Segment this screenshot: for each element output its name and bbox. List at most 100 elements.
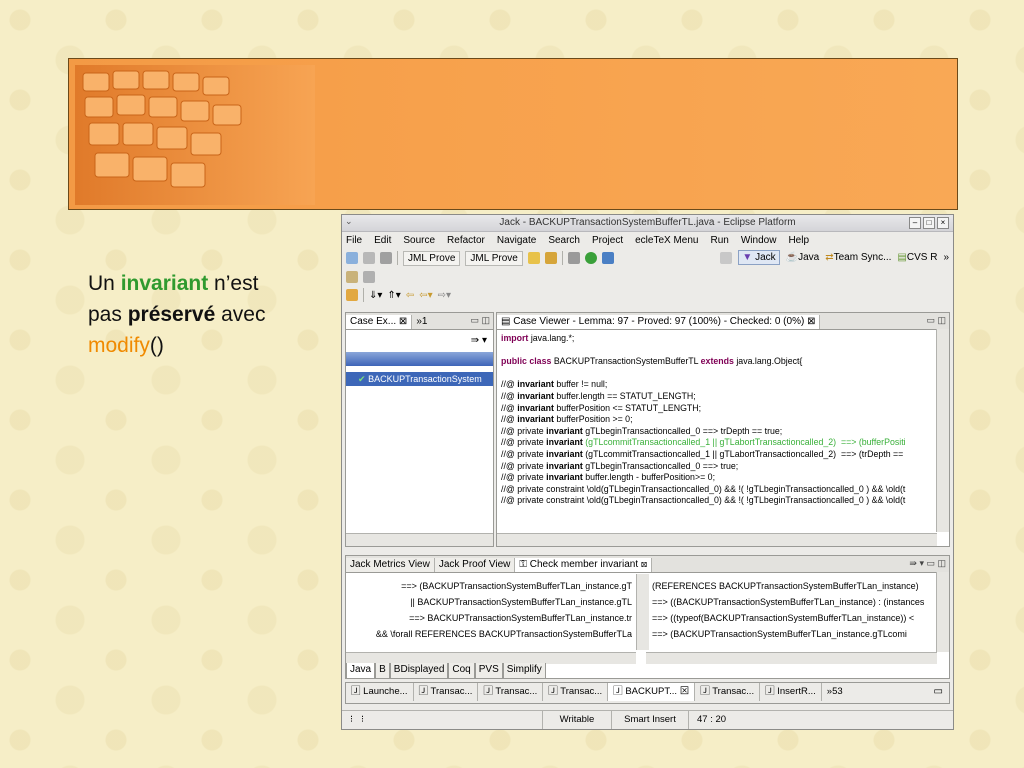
menu-window[interactable]: Window xyxy=(741,235,777,246)
tab-b[interactable]: B xyxy=(375,663,390,679)
eclipse-window: ⌄ Jack - BACKUPTransactionSystemBufferTL… xyxy=(341,214,954,730)
code-keyword: invariant xyxy=(546,460,583,471)
perspective-jack[interactable]: ▼ Jack xyxy=(738,250,780,265)
external-tools-icon[interactable] xyxy=(601,252,614,264)
jml-prove-button-2[interactable]: JML Prove xyxy=(465,250,523,266)
right-hscroll[interactable] xyxy=(646,652,937,664)
close-tab-icon[interactable]: ⊠ xyxy=(807,316,815,327)
java-file-icon: 🄹 xyxy=(483,686,493,697)
perspective-team[interactable]: ⇄Team Sync... xyxy=(825,252,891,263)
pin-icon[interactable] xyxy=(346,271,358,283)
left-vscroll[interactable] xyxy=(636,574,649,650)
maximize-icon[interactable]: ▭ xyxy=(934,683,949,703)
text-parens: () xyxy=(149,334,164,357)
menu-help[interactable]: Help xyxy=(788,235,809,246)
file-tab[interactable]: 🄹 Transac... xyxy=(543,683,609,701)
formula-line: ==> (BACKUPTransactionSystemBufferTLan_i… xyxy=(652,629,907,639)
horizontal-scrollbar[interactable] xyxy=(497,533,937,546)
tab-jack-proof[interactable]: Jack Proof View xyxy=(434,558,516,572)
vertical-scrollbar[interactable] xyxy=(936,329,949,532)
jml-prove-button[interactable]: JML Prove xyxy=(403,250,461,266)
more-views[interactable]: »1 xyxy=(412,315,431,329)
close-tab-icon[interactable]: ⊠ xyxy=(641,559,647,570)
more-files[interactable]: »53 xyxy=(821,683,848,701)
menu-search[interactable]: Search xyxy=(548,235,580,246)
compile-all-icon[interactable] xyxy=(544,252,557,264)
debug-icon[interactable] xyxy=(567,252,580,264)
menu-refactor[interactable]: Refactor xyxy=(447,235,485,246)
menu-source[interactable]: Source xyxy=(403,235,435,246)
tab-coq[interactable]: Coq xyxy=(448,663,475,679)
secondary-toolbar xyxy=(342,268,953,286)
menu-project[interactable]: Project xyxy=(592,235,623,246)
tree-item-backup[interactable]: ✔ BACKUPTransactionSystem xyxy=(346,372,493,386)
file-tab[interactable]: 🄹 Transac... xyxy=(413,683,479,701)
close-tab-icon[interactable]: ⊠ xyxy=(680,686,690,697)
prover-tabs: Java B BDisplayed Coq PVS Simplify xyxy=(346,663,546,679)
document-icon: ▤ xyxy=(501,316,511,327)
file-tab[interactable]: 🄹 Transac... xyxy=(478,683,544,701)
horizontal-scrollbar[interactable] xyxy=(346,533,493,546)
open-perspective-icon[interactable] xyxy=(720,251,733,264)
code-keyword: extends xyxy=(700,356,734,367)
run-icon[interactable] xyxy=(584,252,597,264)
file-tab-active[interactable]: 🄹 BACKUPT... ⊠ xyxy=(608,683,696,701)
close-icon[interactable]: × xyxy=(937,217,949,229)
view-controls[interactable]: ⇛ ▾ ▭ ◫ xyxy=(909,558,946,569)
tab-check-invariant[interactable]: ⚿ Check member invariant ⊠ xyxy=(515,558,653,572)
text-un: Un xyxy=(88,272,121,295)
perspective-team-label: Team Sync... xyxy=(833,252,892,263)
file-tab[interactable]: 🄹 InsertR... xyxy=(760,683,822,701)
prev-annotation-icon[interactable]: ⇑▾ xyxy=(387,290,400,301)
maximize-icon[interactable]: □ xyxy=(923,217,935,229)
code-editor[interactable]: import java.lang.*; public class BACKUPT… xyxy=(501,333,933,507)
forward-icon[interactable]: ⇨▾ xyxy=(438,290,451,301)
tab-simplify[interactable]: Simplify xyxy=(502,663,546,679)
compile-icon[interactable] xyxy=(527,252,540,264)
file-tab[interactable]: 🄹 Transac... xyxy=(695,683,761,701)
explorer-header-bar xyxy=(346,352,493,366)
status-insert-mode: Smart Insert xyxy=(611,711,688,729)
menu-ecletex[interactable]: ecleTeX Menu xyxy=(635,235,698,246)
menu-edit[interactable]: Edit xyxy=(374,235,391,246)
tab-jack-metrics[interactable]: Jack Metrics View xyxy=(346,558,435,572)
back-icon[interactable]: ⇦▾ xyxy=(419,290,432,301)
perspective-java[interactable]: ☕Java xyxy=(786,252,820,263)
next-annotation-icon[interactable]: ⇓▾ xyxy=(369,290,382,301)
save-icon[interactable] xyxy=(363,252,375,264)
right-vscroll[interactable] xyxy=(936,572,949,652)
view-menu-icon[interactable]: ▾ xyxy=(482,335,487,346)
text-pas: pas xyxy=(88,303,128,326)
tab-pvs[interactable]: PVS xyxy=(474,663,503,679)
tab-java[interactable]: Java xyxy=(346,663,376,679)
tab-case-explorer[interactable]: Case Ex... ⊠ xyxy=(346,315,413,329)
pencil-icon[interactable] xyxy=(346,289,358,301)
new-icon[interactable] xyxy=(346,252,358,264)
file-tab-label: InsertR... xyxy=(777,686,816,697)
code-keyword: public class xyxy=(501,356,552,367)
right-formula-panel: (REFERENCES BACKUPTransactionSystemBuffe… xyxy=(652,578,934,642)
file-tab[interactable]: 🄹 Launche... xyxy=(346,683,414,701)
annotation-icon[interactable] xyxy=(363,271,375,283)
menu-run[interactable]: Run xyxy=(711,235,729,246)
close-tab-icon[interactable]: ⊠ xyxy=(399,316,407,327)
java-file-icon: 🄹 xyxy=(765,686,775,697)
perspective-cvs[interactable]: ▤CVS R xyxy=(897,252,937,263)
tree-item-label: BACKUPTransactionSystem xyxy=(368,374,482,384)
filter-icon[interactable]: ⇛ xyxy=(471,335,479,346)
menu-navigate[interactable]: Navigate xyxy=(497,235,536,246)
tab-case-viewer[interactable]: ▤ Case Viewer - Lemma: 97 - Proved: 97 (… xyxy=(497,315,821,329)
more-perspectives[interactable]: » xyxy=(943,252,949,263)
perspective-jack-label: Jack xyxy=(755,252,776,263)
status-spacer: ⁝ ⁝ xyxy=(350,714,364,725)
java-file-icon: 🄹 xyxy=(351,686,361,697)
min-max-icon[interactable]: ▭ ◫ xyxy=(926,315,946,326)
menu-file[interactable]: File xyxy=(346,235,362,246)
last-edit-icon[interactable]: ⇦ xyxy=(406,290,414,301)
minimize-icon[interactable]: – xyxy=(909,217,921,229)
print-icon[interactable] xyxy=(380,252,392,264)
header-banner xyxy=(68,58,958,210)
min-max-icon[interactable]: ▭ ◫ xyxy=(470,315,490,326)
text-nest: n’est xyxy=(208,272,259,295)
tab-bdisplayed[interactable]: BDisplayed xyxy=(389,663,449,679)
